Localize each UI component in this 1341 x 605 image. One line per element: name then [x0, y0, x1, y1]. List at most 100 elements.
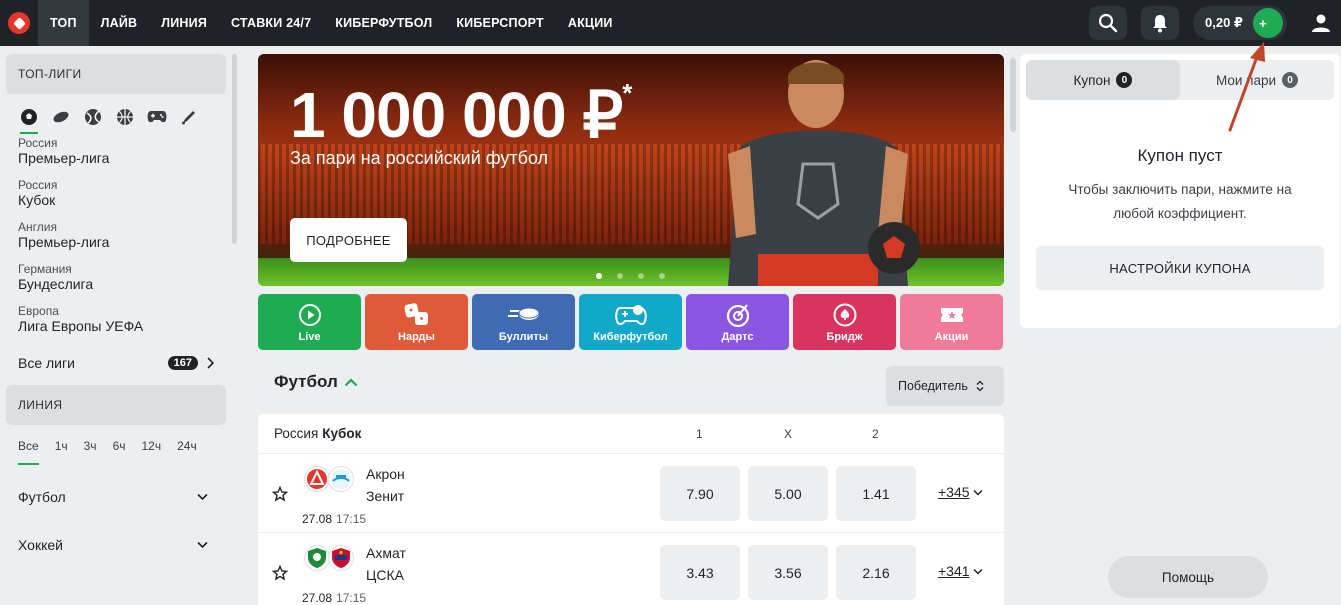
tile-backgammon[interactable]: Нарды	[365, 294, 468, 350]
pencil-icon[interactable]	[178, 106, 200, 128]
more-markets-count: +341	[938, 563, 970, 579]
banner-more-button[interactable]: ПОДРОБНЕЕ	[290, 218, 407, 262]
main-scrollbar[interactable]	[1010, 58, 1016, 132]
profile-button[interactable]	[1301, 0, 1341, 46]
carousel-dot[interactable]	[617, 273, 623, 279]
banner-carousel-dots	[596, 273, 665, 279]
tile-promotions[interactable]: Акции	[900, 294, 1003, 350]
tile-bridge[interactable]: Бридж	[793, 294, 896, 350]
help-button[interactable]: Помощь	[1108, 556, 1268, 598]
carousel-dot[interactable]	[596, 273, 602, 279]
nav-bets-24-7[interactable]: СТАВКИ 24/7	[219, 0, 323, 46]
sort-updown-icon	[976, 380, 984, 392]
nav-live[interactable]: ЛАЙВ	[89, 0, 150, 46]
search-button[interactable]	[1089, 6, 1127, 40]
odd-draw-button[interactable]: 5.00	[748, 466, 828, 521]
balance-widget[interactable]: 0,20 ₽ +	[1193, 6, 1287, 40]
more-markets-link[interactable]: +345	[938, 484, 983, 500]
match-time: 17:15	[336, 512, 367, 526]
nav-promotions[interactable]: АКЦИИ	[556, 0, 625, 46]
time-tab-24h[interactable]: 24ч	[177, 439, 197, 459]
chevron-up-icon[interactable]	[344, 377, 358, 387]
favorite-star-icon[interactable]	[272, 565, 288, 581]
league-name: Кубок	[18, 192, 56, 208]
tile-live[interactable]: Live	[258, 294, 361, 350]
sport-row-football[interactable]: Футбол	[6, 473, 226, 521]
tab-coupon-label: Купон	[1073, 72, 1111, 88]
puck-icon	[507, 307, 539, 320]
table-row[interactable]: Акрон Зенит 27.08 17:15 7.90 5.00 1.41 +3…	[258, 454, 1004, 533]
tennis-icon[interactable]	[82, 106, 104, 128]
notifications-button[interactable]	[1141, 6, 1179, 40]
tile-darts[interactable]: Дартс	[686, 294, 789, 350]
odd-away-button[interactable]: 1.41	[836, 466, 916, 521]
basketball-icon[interactable]	[114, 106, 136, 128]
league-name: Лига Европы УЕФА	[18, 318, 144, 334]
match-date: 27.08	[302, 591, 333, 605]
quick-category-tiles: Live Нарды Буллиты Киберфутбол Дартс Бри…	[258, 294, 1004, 350]
banner-subtitle: За пари на российский футбол	[290, 148, 549, 168]
league-item-europa-league[interactable]: Европа Лига Европы УЕФА	[6, 304, 226, 335]
odd-away-button[interactable]: 2.16	[836, 545, 916, 600]
team-logos	[304, 466, 354, 492]
plus-icon: +	[1259, 15, 1267, 31]
league-item-england-premier[interactable]: Англия Премьер-лига	[6, 220, 226, 251]
carousel-dot[interactable]	[659, 273, 665, 279]
team-away: ЦСКА	[366, 567, 404, 583]
search-icon	[1098, 13, 1118, 33]
promo-banner[interactable]: 1 000 000 ₽* За пари на российский футбо…	[258, 54, 1004, 286]
tile-shootouts[interactable]: Буллиты	[472, 294, 575, 350]
match-datetime: 27.08 17:15	[302, 512, 366, 526]
time-tab-3h[interactable]: 3ч	[84, 439, 97, 459]
more-markets-link[interactable]: +341	[938, 563, 983, 579]
esports-gamepad-icon[interactable]	[146, 106, 168, 128]
dice-icon	[403, 303, 428, 325]
carousel-dot[interactable]	[638, 273, 644, 279]
bell-icon	[1153, 15, 1167, 33]
hockey-icon[interactable]	[50, 106, 72, 128]
odd-home-button[interactable]: 7.90	[660, 466, 740, 521]
nav-esports[interactable]: КИБЕРСПОРТ	[444, 0, 556, 46]
market-select-button[interactable]: Победитель	[886, 366, 1004, 406]
line-header: ЛИНИЯ	[6, 385, 226, 425]
nav-line[interactable]: ЛИНИЯ	[149, 0, 219, 46]
football-icon[interactable]	[18, 106, 40, 134]
sport-section-header[interactable]: Футбол	[274, 372, 358, 392]
tab-coupon[interactable]: Купон 0	[1026, 60, 1180, 100]
nav-cyberfootball[interactable]: КИБЕРФУТБОЛ	[323, 0, 444, 46]
time-tab-12h[interactable]: 12ч	[142, 439, 162, 459]
tab-coupon-count-badge: 0	[1116, 72, 1133, 88]
time-tab-6h[interactable]: 6ч	[113, 439, 126, 459]
time-tab-all[interactable]: Все	[18, 439, 39, 465]
coupon-empty-text: Чтобы заключить пари, нажмите на любой к…	[1068, 182, 1292, 221]
deposit-plus-button[interactable]: +	[1252, 8, 1283, 38]
odd-draw-button[interactable]: 3.56	[748, 545, 828, 600]
chevron-down-icon	[197, 493, 208, 501]
league-item-russia-cup[interactable]: Россия Кубок	[6, 178, 226, 209]
all-leagues-link[interactable]: Все лиги 167	[6, 346, 226, 380]
time-tab-1h[interactable]: 1ч	[55, 439, 68, 459]
banner-asterisk: *	[622, 78, 632, 108]
team-home: Акрон	[366, 466, 405, 482]
column-draw: X	[784, 427, 793, 441]
favorite-star-icon[interactable]	[272, 486, 288, 502]
annotation-arrow-icon	[1228, 42, 1265, 132]
nav-top[interactable]: ТОП	[38, 0, 89, 46]
sport-row-hockey[interactable]: Хоккей	[6, 521, 226, 569]
cska-logo-icon	[328, 545, 354, 571]
leon-logo[interactable]	[0, 0, 38, 46]
gamepad-icon	[614, 305, 647, 325]
team-logos	[304, 545, 354, 571]
odd-home-button[interactable]: 3.43	[660, 545, 740, 600]
banner-amount: 1 000 000 ₽*	[290, 78, 632, 151]
tile-cyberfootball[interactable]: Киберфутбол	[579, 294, 682, 350]
league-item-germany-bundesliga[interactable]: Германия Бундеслига	[6, 262, 226, 293]
league-country: Англия	[18, 220, 57, 234]
chevron-down-icon	[973, 568, 983, 575]
sidebar-scrollbar[interactable]	[232, 54, 237, 244]
league-item-russia-premier[interactable]: Россия Премьер-лига	[6, 136, 226, 167]
league-name: Премьер-лига	[18, 150, 110, 166]
table-row[interactable]: Ахмат ЦСКА 27.08 17:15 3.43 3.56 2.16 +34…	[258, 533, 1004, 605]
coupon-settings-button[interactable]: НАСТРОЙКИ КУПОНА	[1036, 246, 1324, 290]
user-icon	[1312, 14, 1330, 32]
